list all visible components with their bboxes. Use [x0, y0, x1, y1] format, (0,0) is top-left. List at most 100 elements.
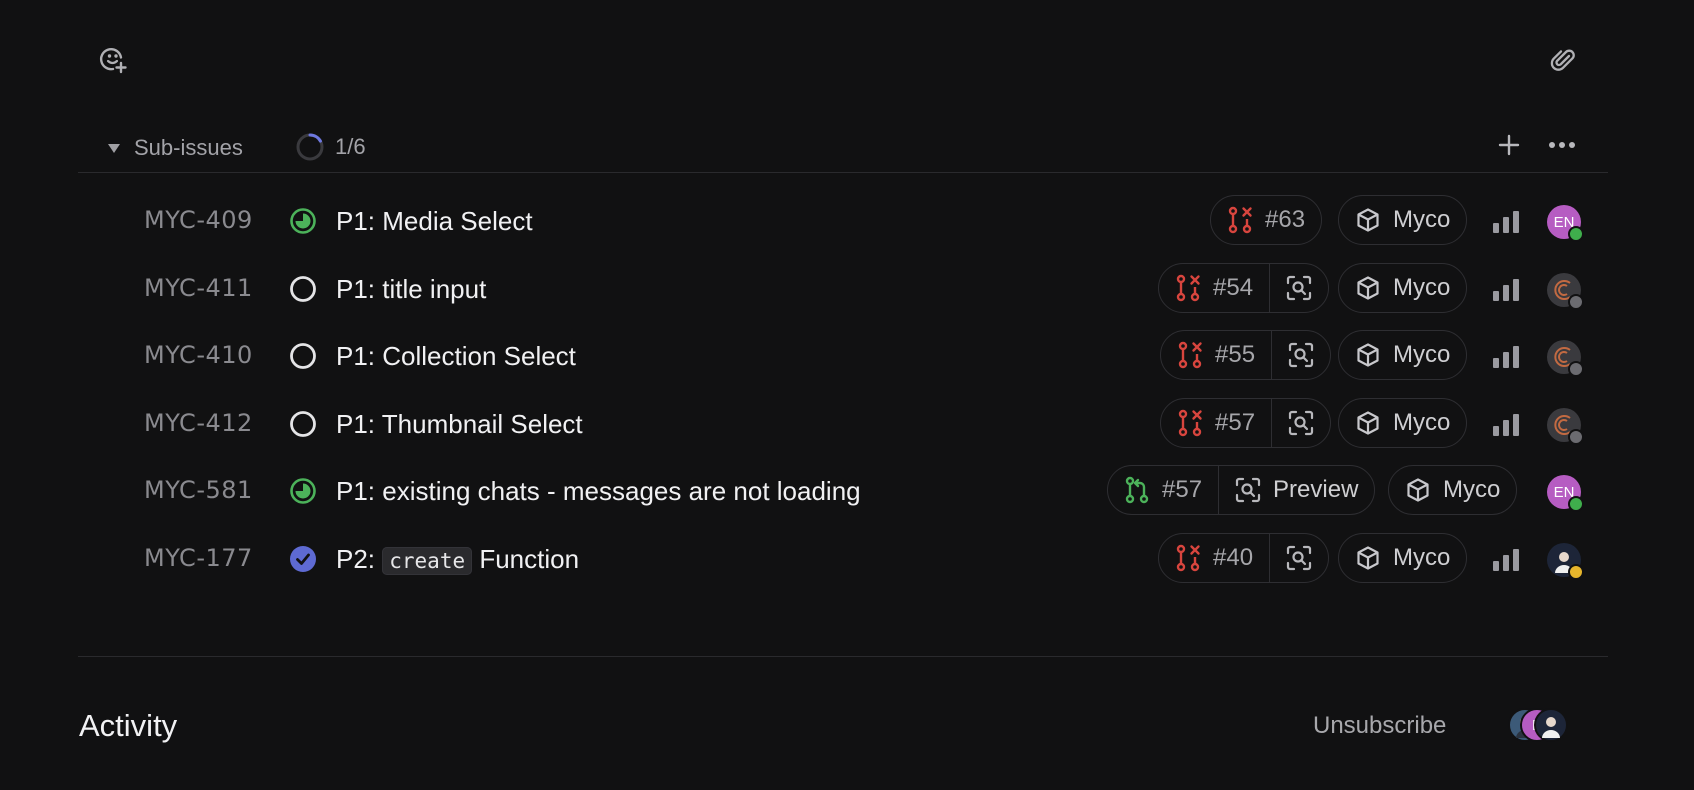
status-button[interactable]	[289, 477, 317, 505]
status-button[interactable]	[289, 275, 317, 303]
pr-closed-icon	[1228, 206, 1252, 234]
preview-button[interactable]	[1269, 264, 1328, 312]
pr-number: #63	[1265, 206, 1306, 233]
presence-indicator	[1568, 429, 1584, 445]
subscribers[interactable]: E	[1508, 706, 1568, 746]
issue-identifier: MYC-411	[144, 274, 253, 302]
inline-code: create	[382, 547, 473, 575]
title-prefix: P1:	[336, 206, 383, 236]
project-cube-icon	[1407, 478, 1429, 502]
attach-button[interactable]	[1543, 40, 1583, 80]
priority-button[interactable]	[1492, 278, 1520, 302]
project-segment: Myco	[1339, 264, 1466, 312]
assignee-avatar[interactable]: EN	[1547, 205, 1584, 242]
pr-link-pill: #54	[1158, 263, 1330, 313]
add-sub-issue-button[interactable]	[1491, 127, 1527, 163]
preview-search-icon	[1286, 275, 1312, 301]
pull-request-link[interactable]: #55	[1161, 331, 1271, 379]
sub-issue-row[interactable]: MYC-581 P1: existing chats - messages ar…	[78, 454, 1608, 526]
assignee-avatar[interactable]: EN	[1547, 475, 1584, 512]
issue-title: P1: Media Select	[336, 206, 533, 237]
title-text: Collection Select	[382, 341, 576, 371]
sub-issues-more-button[interactable]	[1544, 127, 1580, 163]
project-pill[interactable]: Myco	[1338, 263, 1468, 313]
add-reaction-button[interactable]	[94, 40, 134, 80]
priority-medium-icon	[1493, 549, 1519, 571]
pr-closed-icon	[1178, 341, 1202, 369]
project-segment: Myco	[1339, 399, 1466, 447]
issue-identifier: MYC-410	[144, 341, 253, 369]
presence-indicator	[1568, 294, 1584, 310]
pr-closed-icon	[1178, 409, 1202, 437]
activity-title: Activity	[79, 708, 178, 743]
sub-issues-toggle[interactable]: Sub-issues	[108, 135, 243, 161]
project-segment: Myco	[1339, 196, 1466, 244]
sub-issues-title: Sub-issues	[134, 135, 243, 160]
sub-issue-row[interactable]: MYC-177 P2: create Function #40 Myco	[78, 522, 1608, 594]
title-text: Function	[472, 544, 580, 574]
project-segment: Myco	[1389, 466, 1516, 514]
assignee-avatar[interactable]	[1547, 408, 1584, 445]
project-name: Myco	[1393, 206, 1451, 233]
sub-issue-row[interactable]: MYC-410 P1: Collection Select #55 Myco	[78, 319, 1608, 391]
pr-link-pill: #57 Preview	[1107, 465, 1376, 515]
project-segment: Myco	[1339, 534, 1466, 582]
project-name: Myco	[1393, 341, 1451, 368]
sub-issue-row[interactable]: MYC-412 P1: Thumbnail Select #57 Myco	[78, 387, 1608, 459]
sub-issue-row[interactable]: MYC-411 P1: title input #54 Myco	[78, 252, 1608, 324]
pr-link-pill: #55	[1160, 330, 1332, 380]
preview-search-icon	[1286, 545, 1312, 571]
sub-issue-row[interactable]: MYC-409 P1: Media Select #63 Myco EN	[78, 184, 1608, 256]
pull-request-link[interactable]: #40	[1159, 534, 1269, 582]
title-prefix: P1:	[336, 409, 382, 439]
todo-status-icon	[290, 276, 316, 302]
pr-number: #40	[1213, 544, 1254, 571]
preview-label: Preview	[1273, 476, 1359, 503]
pr-open-icon	[1125, 476, 1149, 504]
issue-identifier: MYC-412	[144, 409, 253, 437]
done-status-icon	[290, 546, 316, 572]
pull-request-link[interactable]: #63	[1211, 196, 1321, 244]
title-prefix: P1:	[336, 476, 383, 506]
title-prefix: P2:	[336, 544, 383, 574]
title-text: Thumbnail Select	[381, 409, 583, 439]
project-pill[interactable]: Myco	[1338, 195, 1468, 245]
project-pill[interactable]: Myco	[1338, 330, 1468, 380]
preview-button[interactable]	[1271, 399, 1330, 447]
pull-request-link[interactable]: #57	[1108, 466, 1218, 514]
pull-request-link[interactable]: #57	[1161, 399, 1271, 447]
assignee-avatar[interactable]	[1547, 543, 1584, 580]
issue-identifier: MYC-409	[144, 206, 253, 234]
assignee-avatar[interactable]	[1547, 340, 1584, 377]
project-segment: Myco	[1339, 331, 1466, 379]
assignee-avatar[interactable]	[1547, 273, 1584, 310]
issue-title: P1: title input	[336, 274, 486, 305]
preview-button[interactable]	[1271, 331, 1330, 379]
status-button[interactable]	[289, 410, 317, 438]
pr-link-pill: #63	[1210, 195, 1323, 245]
priority-button[interactable]	[1492, 413, 1520, 437]
project-pill[interactable]: Myco	[1338, 533, 1468, 583]
title-prefix: P1:	[336, 341, 383, 371]
add-reaction-icon	[99, 48, 127, 74]
status-button[interactable]	[289, 545, 317, 573]
priority-button[interactable]	[1492, 548, 1520, 572]
issue-title: P2: create Function	[336, 544, 579, 575]
preview-button[interactable]: Preview	[1218, 466, 1374, 514]
project-pill[interactable]: Myco	[1388, 465, 1518, 515]
pull-request-link[interactable]: #54	[1159, 264, 1269, 312]
priority-button[interactable]	[1492, 210, 1520, 234]
project-cube-icon	[1357, 343, 1379, 367]
priority-medium-icon	[1493, 414, 1519, 436]
presence-indicator	[1568, 564, 1584, 580]
paperclip-icon	[1550, 49, 1575, 71]
project-pill[interactable]: Myco	[1338, 398, 1468, 448]
in-progress-status-icon	[290, 208, 316, 234]
unsubscribe-button[interactable]: Unsubscribe	[1313, 712, 1446, 740]
project-cube-icon	[1357, 208, 1379, 232]
preview-button[interactable]	[1269, 534, 1328, 582]
pr-closed-icon	[1176, 274, 1200, 302]
status-button[interactable]	[289, 342, 317, 370]
priority-button[interactable]	[1492, 345, 1520, 369]
status-button[interactable]	[289, 207, 317, 235]
